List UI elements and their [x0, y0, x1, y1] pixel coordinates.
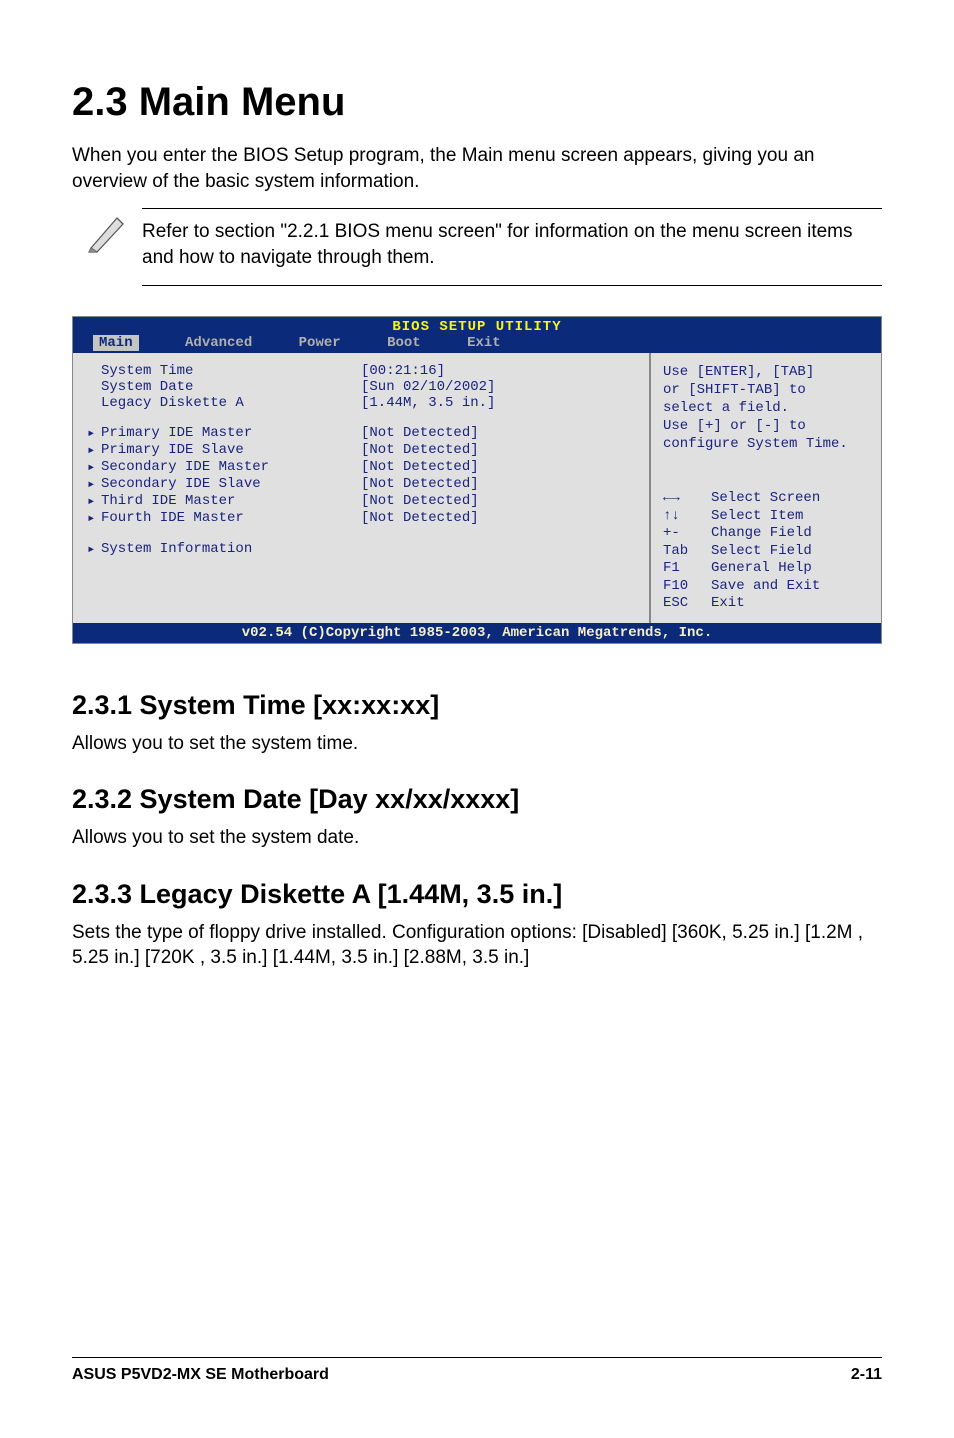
bios-tabs: Main Advanced Power Boot Exit [73, 335, 881, 353]
bios-key-desc: Select Screen [711, 490, 820, 508]
bios-tab-power: Power [299, 335, 341, 351]
section-body: Allows you to set the system date. [72, 825, 882, 851]
submenu-marker-icon: ▸ [87, 541, 101, 558]
bios-key: F1 [663, 560, 711, 578]
footer-product: ASUS P5VD2-MX SE Motherboard [72, 1366, 329, 1384]
bios-key: ESC [663, 595, 711, 613]
bios-key-desc: Save and Exit [711, 578, 820, 596]
section-heading: 2.3.1 System Time [xx:xx:xx] [72, 690, 882, 721]
bios-field-value: [1.44M, 3.5 in.] [361, 395, 641, 411]
bios-key: +- [663, 525, 711, 543]
bios-field-value: [Not Detected] [361, 425, 641, 442]
note-block: Refer to section "2.2.1 BIOS menu screen… [72, 208, 882, 285]
submenu-marker-icon: ▸ [87, 459, 101, 476]
bios-field-label: Secondary IDE Master [101, 459, 361, 476]
bios-help-line: or [SHIFT-TAB] to [663, 381, 869, 399]
section-heading: 2.3.2 System Date [Day xx/xx/xxxx] [72, 784, 882, 815]
page-title: 2.3 Main Menu [72, 80, 882, 125]
submenu-marker-icon: ▸ [87, 476, 101, 493]
bios-fields: System Time [00:21:16] System Date [Sun … [73, 353, 649, 623]
footer-page-number: 2-11 [851, 1366, 882, 1384]
bios-key: ←→ [663, 490, 711, 508]
section-body: Sets the type of floppy drive installed.… [72, 920, 882, 971]
bios-field-value [361, 541, 641, 558]
bios-help-line: Use [ENTER], [TAB] [663, 363, 869, 381]
intro-text: When you enter the BIOS Setup program, t… [72, 143, 882, 194]
bios-key-desc: Exit [711, 595, 745, 613]
bios-tab-main: Main [93, 335, 139, 351]
section-body: Allows you to set the system time. [72, 731, 882, 757]
bios-help-line: select a field. [663, 399, 869, 417]
bios-key-desc: Change Field [711, 525, 812, 543]
bios-title: BIOS SETUP UTILITY [73, 317, 881, 335]
submenu-marker-icon: ▸ [87, 442, 101, 459]
bios-tab-exit: Exit [467, 335, 501, 351]
note-text: Refer to section "2.2.1 BIOS menu screen… [142, 219, 882, 270]
bios-key: Tab [663, 543, 711, 561]
bios-field-value: [00:21:16] [361, 363, 641, 379]
bios-help-line: configure System Time. [663, 435, 869, 453]
bios-field-label: System Information [101, 541, 361, 558]
bios-field-value: [Not Detected] [361, 510, 641, 527]
bios-field-label: Legacy Diskette A [101, 395, 361, 411]
bios-help-line: Use [+] or [-] to [663, 417, 869, 435]
bios-field-value: [Not Detected] [361, 442, 641, 459]
bios-screenshot: BIOS SETUP UTILITY Main Advanced Power B… [72, 316, 882, 644]
bios-field-value: [Not Detected] [361, 476, 641, 493]
bios-field-label: System Date [101, 379, 361, 395]
bios-field-label: Primary IDE Master [101, 425, 361, 442]
bios-field-label: Secondary IDE Slave [101, 476, 361, 493]
bios-tab-advanced: Advanced [185, 335, 252, 351]
bios-key-desc: General Help [711, 560, 812, 578]
bios-field-label: Fourth IDE Master [101, 510, 361, 527]
submenu-marker-icon: ▸ [87, 493, 101, 510]
bios-copyright: v02.54 (C)Copyright 1985-2003, American … [73, 623, 881, 643]
bios-field-label: Third IDE Master [101, 493, 361, 510]
bios-field-label: Primary IDE Slave [101, 442, 361, 459]
bios-field-value: [Sun 02/10/2002] [361, 379, 641, 395]
section-heading: 2.3.3 Legacy Diskette A [1.44M, 3.5 in.] [72, 879, 882, 910]
bios-key: ↑↓ [663, 508, 711, 526]
bios-key: F10 [663, 578, 711, 596]
submenu-marker-icon: ▸ [87, 510, 101, 527]
bios-field-label: System Time [101, 363, 361, 379]
submenu-marker-icon: ▸ [87, 425, 101, 442]
bios-help-pane: Use [ENTER], [TAB] or [SHIFT-TAB] to sel… [649, 353, 881, 623]
bios-field-value: [Not Detected] [361, 459, 641, 476]
bios-tab-boot: Boot [387, 335, 421, 351]
pencil-note-icon [85, 208, 129, 254]
bios-field-value: [Not Detected] [361, 493, 641, 510]
bios-key-desc: Select Item [711, 508, 803, 526]
bios-key-desc: Select Field [711, 543, 812, 561]
